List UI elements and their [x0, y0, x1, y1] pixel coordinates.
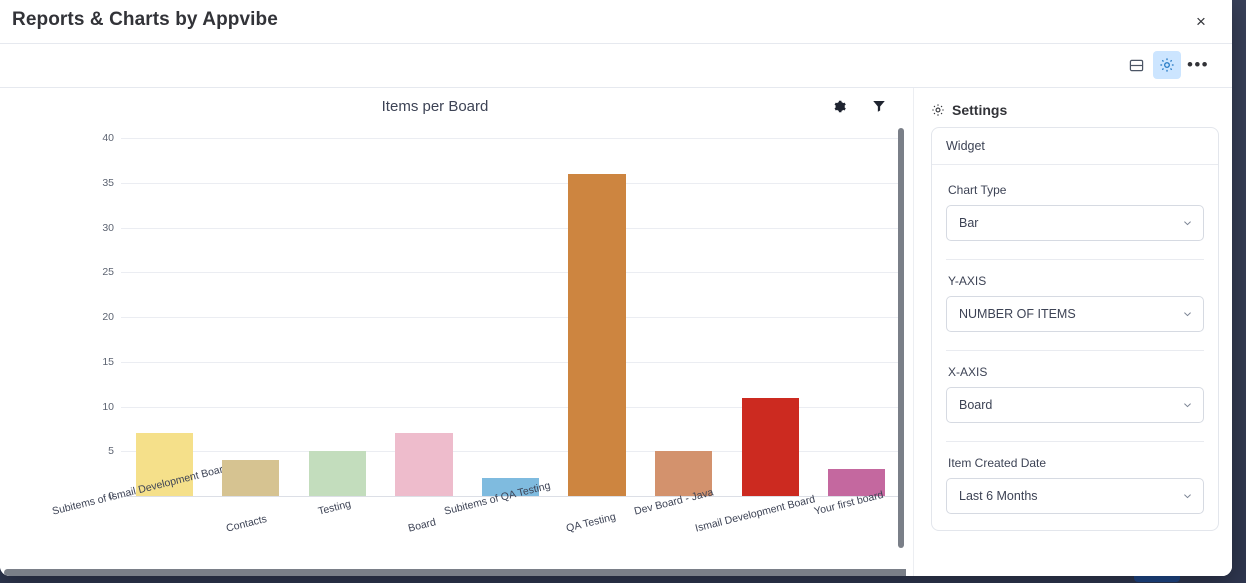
gear-icon — [931, 103, 945, 117]
select-chart-type[interactable]: Bar — [946, 205, 1204, 241]
chevron-down-icon — [1182, 309, 1193, 320]
gridline — [121, 227, 900, 229]
chart-horizontal-scrollbar[interactable] — [4, 569, 906, 576]
more-options-icon[interactable]: ••• — [1184, 51, 1212, 79]
select-value: Last 6 Months — [959, 489, 1038, 503]
gridline — [121, 138, 900, 139]
select-value: Board — [959, 398, 993, 412]
close-icon[interactable]: × — [1190, 11, 1212, 33]
bar[interactable] — [568, 173, 626, 496]
x-axis-tick-label: Ismail Development Board — [693, 493, 817, 535]
select-value: Bar — [959, 216, 979, 230]
select-item-created-date[interactable]: Last 6 Months — [946, 478, 1204, 514]
gridline — [121, 182, 900, 184]
bar[interactable] — [741, 397, 799, 496]
modal-titlebar: Reports & Charts by Appvibe × — [0, 0, 1232, 44]
field-label: X-AXIS — [948, 365, 988, 379]
chevron-down-icon — [1182, 218, 1193, 229]
field-label: Chart Type — [948, 183, 1007, 197]
field-divider — [946, 441, 1204, 442]
select-x-axis[interactable]: Board — [946, 387, 1204, 423]
settings-pane: Settings Widget Chart Type Bar Y-AXIS NUMBE… — [913, 88, 1232, 576]
chevron-down-icon — [1182, 400, 1193, 411]
gridline — [121, 272, 900, 274]
y-axis-tick-label: 30 — [102, 221, 114, 234]
bar-chart-plot: 0 5 10 15 20 25 30 35 40 Subitems of Ismail Devel… — [0, 124, 906, 564]
chart-vertical-scrollbar[interactable] — [898, 128, 904, 548]
chart-settings-gear-icon[interactable] — [828, 95, 850, 117]
field-label: Item Created Date — [948, 456, 1047, 470]
settings-title: Settings — [952, 102, 1008, 118]
page-title: Reports & Charts by Appvibe — [12, 9, 278, 30]
split-layout-icon[interactable] — [1122, 51, 1150, 79]
chart-header: Items per Board — [0, 88, 906, 124]
modal-content: Items per Board 0 5 10 15 20 25 30 35 40 Subitems… — [0, 88, 1232, 576]
field-divider — [946, 350, 1204, 351]
field-label: Y-AXIS — [948, 274, 987, 288]
y-axis-tick-label: 5 — [108, 445, 114, 458]
bar[interactable] — [222, 460, 280, 496]
gridline — [121, 317, 900, 318]
gridline — [121, 361, 900, 363]
y-axis-tick-label: 15 — [102, 355, 114, 368]
y-axis-tick-label: 20 — [102, 311, 114, 323]
gear-icon[interactable] — [1153, 51, 1181, 79]
x-axis-tick-label: Board — [406, 516, 437, 535]
settings-header: Settings — [914, 88, 1232, 118]
select-value: NUMBER OF ITEMS — [959, 307, 1076, 321]
chevron-down-icon — [1182, 491, 1193, 502]
bar[interactable] — [395, 433, 453, 496]
reports-charts-modal: Reports & Charts by Appvibe × ••• Items … — [0, 0, 1232, 576]
chart-pane: Items per Board 0 5 10 15 20 25 30 35 40 Subitems… — [0, 88, 906, 576]
select-y-axis[interactable]: NUMBER OF ITEMS — [946, 296, 1204, 332]
bar[interactable] — [308, 451, 366, 496]
settings-fields: Chart Type Bar Y-AXIS NUMBER OF ITEMS X-AXIS… — [932, 165, 1218, 530]
y-axis-tick-label: 25 — [102, 266, 114, 279]
field-divider — [946, 259, 1204, 260]
filter-icon[interactable] — [868, 95, 890, 117]
y-axis-tick-label: 40 — [102, 132, 114, 144]
modal-toolbar: ••• — [0, 44, 1232, 88]
y-axis-tick-label: 35 — [102, 176, 114, 189]
chart-title: Items per Board — [381, 98, 489, 115]
x-axis-tick-label: QA Testing — [565, 510, 618, 535]
x-axis-tick-label: Contacts — [225, 512, 269, 535]
widget-section-label: Widget — [932, 128, 1218, 165]
x-axis-tick-label: Testing — [316, 497, 353, 518]
widget-settings-card: Widget Chart Type Bar Y-AXIS NUMBER OF ITEM… — [931, 127, 1219, 531]
y-axis-tick-label: 10 — [102, 400, 114, 413]
